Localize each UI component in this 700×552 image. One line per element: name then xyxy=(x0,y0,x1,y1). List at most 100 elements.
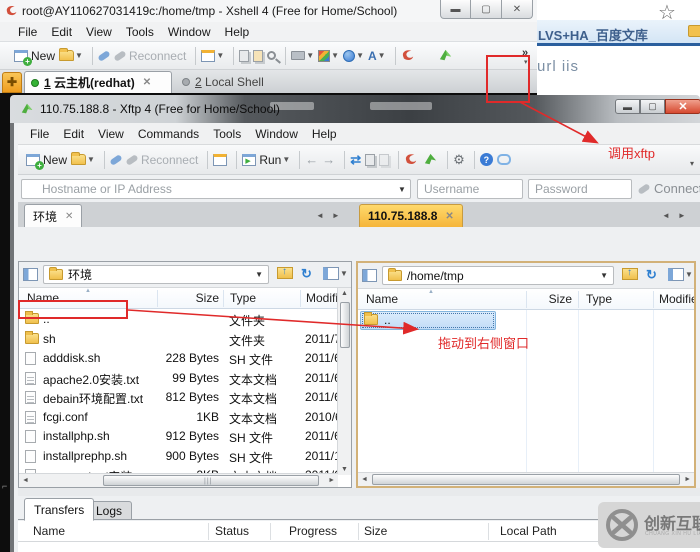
open-button[interactable]: ▼ xyxy=(59,47,83,65)
new-session-button[interactable]: New xyxy=(14,47,55,66)
close-tab-icon[interactable]: ✕ xyxy=(445,211,453,222)
print-button[interactable]: ▼ xyxy=(291,47,314,65)
host-input[interactable] xyxy=(21,179,411,199)
file-row[interactable]: fcgi.conf 1KB 文本文档 2010/6 xyxy=(19,408,351,428)
open-button[interactable]: ▼ xyxy=(71,151,95,169)
file-row[interactable]: installphp.sh 912 Bytes SH 文件 2011/6 xyxy=(19,427,351,447)
splitter[interactable] xyxy=(18,488,700,496)
chevron-down-icon[interactable]: ▼ xyxy=(255,270,263,279)
forward-button[interactable]: → xyxy=(322,151,335,169)
file-row[interactable]: apache2.0安装.txt 99 Bytes 文本文档 2011/6 xyxy=(19,369,351,389)
up-folder-button[interactable] xyxy=(622,267,638,280)
xftp-title-bar[interactable]: 110.75.188.8 - Xftp 4 (Free for Home/Sch… xyxy=(10,95,700,123)
new-tab-button[interactable]: ✚ xyxy=(2,72,22,93)
scrollbar-thumb[interactable] xyxy=(372,474,680,485)
copy-button[interactable] xyxy=(239,47,250,65)
close-tab-icon[interactable]: ✕ xyxy=(143,77,151,88)
username-field[interactable] xyxy=(417,179,523,199)
remote-path-combo[interactable]: /home/tmp ▼ xyxy=(382,266,614,285)
maximize-button[interactable]: ▢ xyxy=(471,0,502,19)
tab-transfers[interactable]: Transfers xyxy=(24,498,95,521)
reconnect-button[interactable]: Reconnect xyxy=(125,151,198,169)
tab-cloud-host[interactable]: 1 云主机(redhat) ✕ xyxy=(24,71,172,93)
column-local-path[interactable]: Local Path xyxy=(500,524,557,538)
paste-button[interactable] xyxy=(253,47,264,65)
views-button[interactable]: ▼ xyxy=(668,268,693,281)
close-button[interactable]: ✕ xyxy=(502,0,533,19)
column-type[interactable]: Type xyxy=(230,291,256,305)
help-button[interactable]: ? xyxy=(479,151,493,169)
options-button[interactable]: ⚙ xyxy=(453,151,465,169)
font-button[interactable]: A ▼ xyxy=(368,47,386,65)
copy-button[interactable] xyxy=(365,151,376,169)
new-button[interactable]: New xyxy=(26,151,67,170)
xshell-launch-button[interactable] xyxy=(404,151,419,169)
tab-scroll-arrows[interactable]: ◄► xyxy=(316,211,348,220)
xshell-launch-button[interactable] xyxy=(401,47,416,65)
chevron-down-icon[interactable]: ▼ xyxy=(398,185,406,194)
menu-file[interactable]: File xyxy=(18,25,37,39)
xftp-launch-button[interactable] xyxy=(423,151,438,169)
column-size[interactable]: Size xyxy=(364,524,387,538)
xftp-launch-button[interactable] xyxy=(438,47,453,65)
menu-help[interactable]: Help xyxy=(312,127,337,141)
tab-local-shell[interactable]: 2 Local Shell xyxy=(176,71,270,93)
encoding-button[interactable]: ▼ xyxy=(343,47,364,65)
connect-button[interactable] xyxy=(109,151,123,169)
menu-view[interactable]: View xyxy=(86,25,112,39)
session-manager-button[interactable] xyxy=(213,151,228,169)
scrollbar-thumb[interactable]: ||| xyxy=(103,475,319,486)
menu-file[interactable]: File xyxy=(30,127,49,141)
chevron-down-icon[interactable]: ▼ xyxy=(600,271,608,280)
minimize-button[interactable]: ▬ xyxy=(440,0,471,19)
menu-view[interactable]: View xyxy=(98,127,124,141)
password-field[interactable] xyxy=(528,179,632,199)
column-name[interactable]: Name xyxy=(366,292,398,306)
vertical-scrollbar[interactable]: ▲ ▼ xyxy=(337,288,351,475)
remote-pane-tab[interactable]: 110.75.188.8 ✕ xyxy=(359,204,463,227)
menu-tools[interactable]: Tools xyxy=(213,127,241,141)
session-manager-button[interactable]: ▼ xyxy=(201,47,224,65)
paste-button[interactable] xyxy=(379,151,390,169)
xshell-title-bar[interactable]: root@AY110627031419c:/home/tmp - Xshell … xyxy=(0,0,537,22)
sync-browsing-button[interactable]: ⇄ xyxy=(350,151,361,169)
column-size[interactable]: Size xyxy=(508,292,572,306)
column-size[interactable]: Size xyxy=(157,291,219,305)
maximize-button[interactable]: ▢ xyxy=(640,99,665,114)
menu-help[interactable]: Help xyxy=(225,25,250,39)
column-modified[interactable]: Modifi xyxy=(306,291,338,305)
column-modified[interactable]: Modified xyxy=(659,292,694,306)
column-type[interactable]: Type xyxy=(586,292,612,306)
local-path-combo[interactable]: 环境 ▼ xyxy=(43,265,269,284)
pane-toggle-icon[interactable] xyxy=(23,268,38,281)
connect-button[interactable] xyxy=(97,47,111,65)
find-button[interactable] xyxy=(267,47,277,65)
toolbar-overflow-caret[interactable]: ▾ xyxy=(690,159,694,168)
local-pane-tab[interactable]: 环境 ✕ xyxy=(24,204,83,227)
menu-window[interactable]: Window xyxy=(255,127,298,141)
color-scheme-button[interactable]: ▼ xyxy=(318,47,339,65)
reconnect-button[interactable]: Reconnect xyxy=(113,47,186,65)
pane-toggle-icon[interactable] xyxy=(362,269,377,282)
horizontal-scrollbar[interactable]: ◄ ► xyxy=(358,472,694,486)
file-row-sh[interactable]: sh 文件夹 2011/7 xyxy=(19,330,351,350)
column-name[interactable]: Name xyxy=(33,524,65,538)
file-row[interactable]: .. xyxy=(358,311,694,331)
connect-button[interactable]: Connect xyxy=(637,181,700,196)
views-button[interactable]: ▼ xyxy=(323,267,348,280)
menu-tools[interactable]: Tools xyxy=(126,25,154,39)
refresh-button[interactable]: ↻ xyxy=(301,266,312,282)
column-status[interactable]: Status xyxy=(215,524,249,538)
menu-commands[interactable]: Commands xyxy=(138,127,199,141)
menu-edit[interactable]: Edit xyxy=(51,25,72,39)
file-row[interactable]: debain环境配置.txt 812 Bytes 文本文档 2011/6 xyxy=(19,388,351,408)
column-progress[interactable]: Progress xyxy=(289,524,337,538)
menu-window[interactable]: Window xyxy=(168,25,211,39)
run-button[interactable]: Run▼ xyxy=(242,151,290,169)
menu-edit[interactable]: Edit xyxy=(63,127,84,141)
close-tab-icon[interactable]: ✕ xyxy=(65,211,73,222)
scrollbar-thumb[interactable] xyxy=(340,302,350,348)
feedback-button[interactable] xyxy=(496,151,511,169)
horizontal-scrollbar[interactable]: ◄ ||| ► xyxy=(19,473,338,487)
minimize-button[interactable]: ▬ xyxy=(615,99,640,114)
